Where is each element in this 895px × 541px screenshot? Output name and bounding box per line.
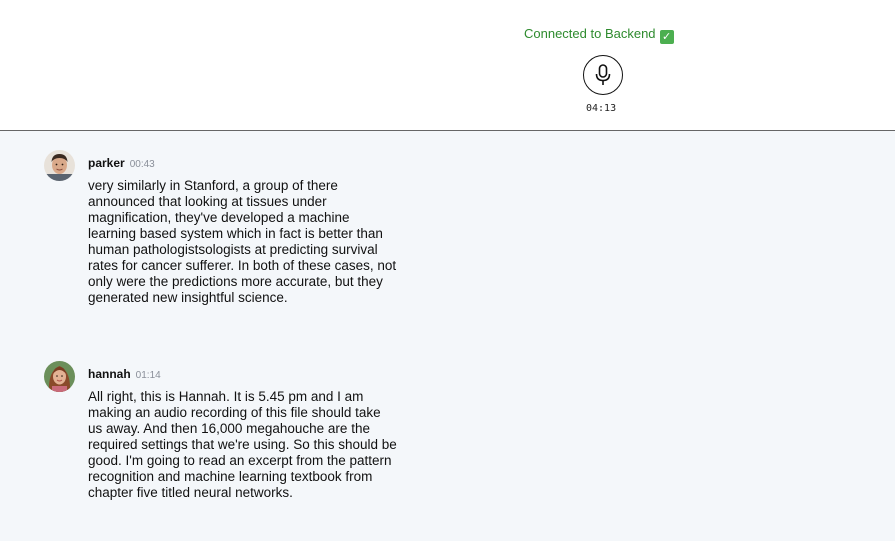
message-text: very similarly in Stanford, a group of t… [88, 178, 397, 305]
connection-status: Connected to Backend ✓ [524, 26, 674, 44]
connection-status-text: Connected to Backend [524, 26, 656, 41]
message-timestamp: 00:43 [129, 159, 155, 170]
check-mark-icon: ✓ [659, 30, 674, 44]
recording-timer: 04:13 [586, 103, 617, 114]
speaker-name: hannah [88, 367, 131, 381]
avatar-hannah [44, 361, 75, 392]
microphone-button[interactable] [583, 55, 623, 95]
avatar-parker [44, 150, 75, 181]
microphone-icon [595, 64, 611, 85]
speaker-name: parker [88, 156, 125, 170]
message-meta: hannah 01:14 [88, 365, 161, 383]
message-meta: parker 00:43 [88, 154, 155, 172]
transcript-feed: parker 00:43 very similarly in Stanford, … [0, 131, 895, 541]
recorder-header: Connected to Backend ✓ 04:13 [0, 0, 895, 131]
message-timestamp: 01:14 [135, 370, 161, 381]
message-text: All right, this is Hannah. It is 5.45 pm… [88, 389, 397, 500]
